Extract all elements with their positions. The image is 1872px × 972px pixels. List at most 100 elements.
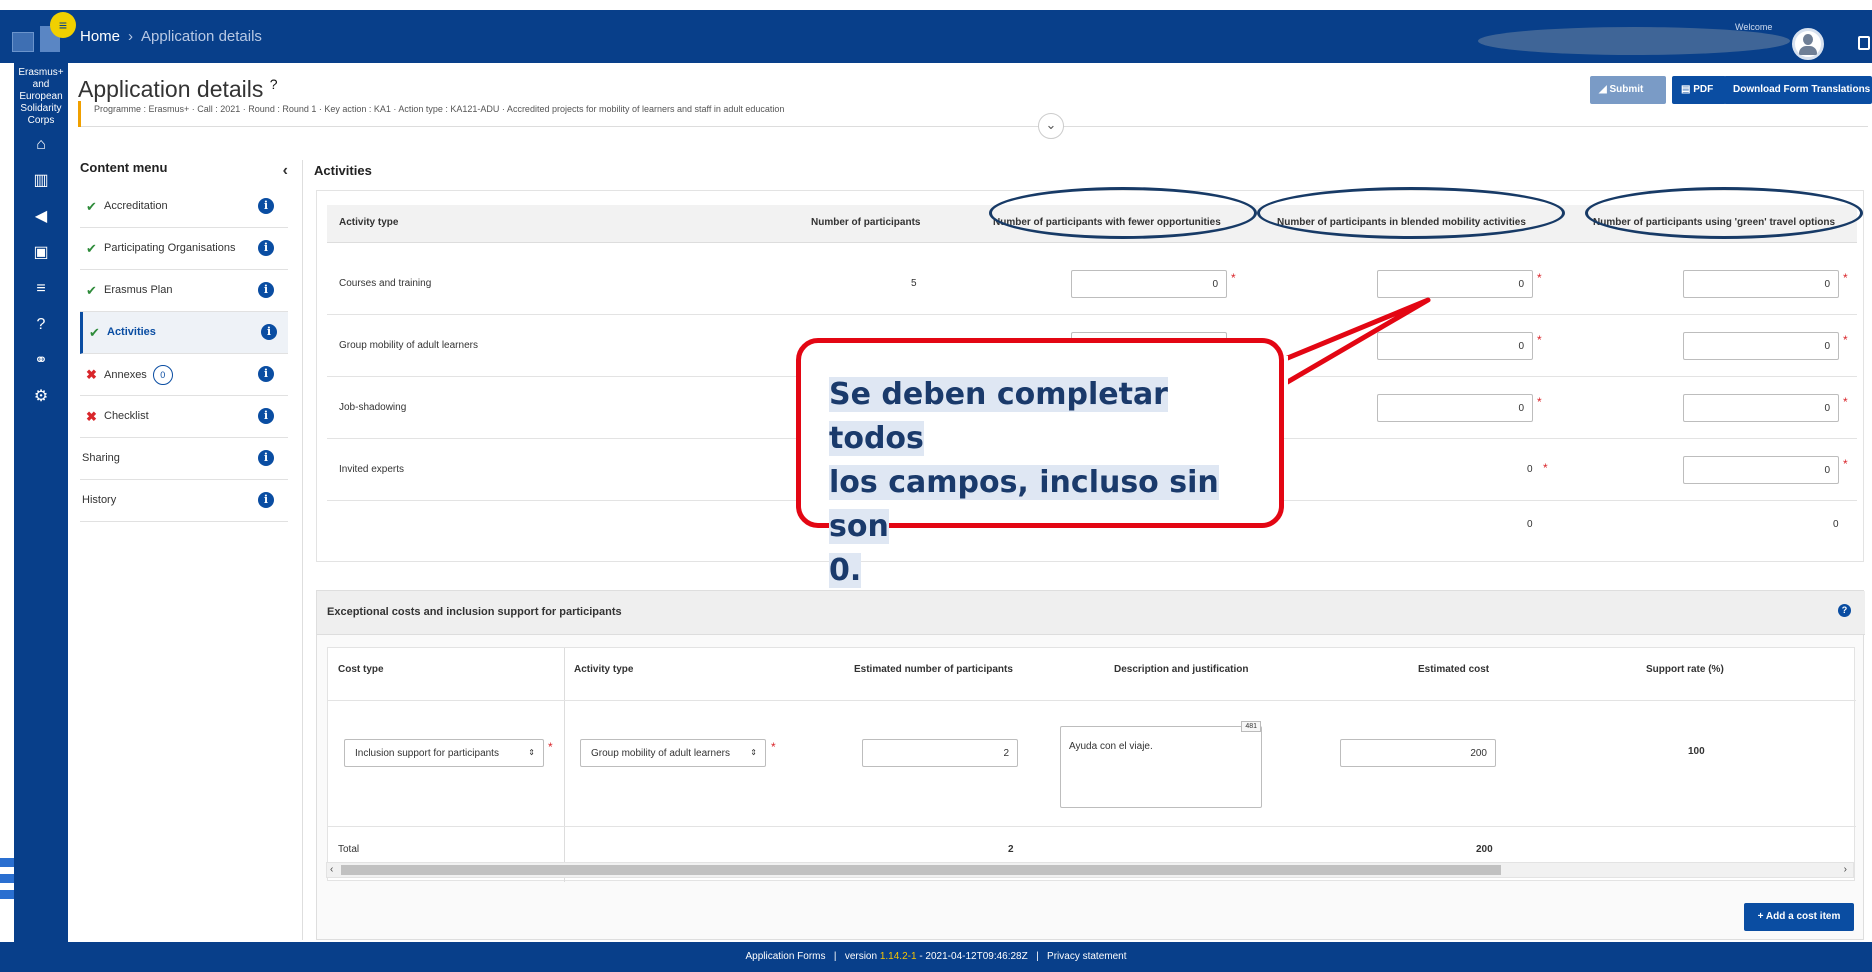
left-rail: Erasmus+ and European Solidarity Corps ⌂ ▥ ◀… — [14, 63, 68, 943]
application-page: ≡ Home › Application details Welcome Erasm… — [0, 0, 1872, 972]
estimated-cost-input[interactable]: 200 — [1340, 739, 1496, 767]
menu-item-sharing[interactable]: Sharing i — [80, 438, 288, 480]
activity-type-cell: Job-shadowing — [339, 402, 407, 413]
info-icon[interactable]: i — [258, 198, 274, 214]
required-mark: * — [1231, 271, 1236, 285]
settings-icon[interactable]: ⚙ — [31, 387, 51, 407]
menu-item-participating-organisations[interactable]: ✔ Participating Organisations i — [80, 228, 288, 270]
green-travel-input[interactable]: 0 — [1683, 270, 1839, 298]
menu-toggle-icon[interactable]: ≡ — [50, 12, 76, 38]
total-blended: 0 — [1527, 519, 1533, 530]
info-icon[interactable]: i — [258, 408, 274, 424]
blended-mobility-input[interactable]: 0 — [1377, 394, 1533, 422]
costs-title: Exceptional costs and inclusion support … — [327, 606, 622, 618]
menu-item-annexes[interactable]: ✖ Annexes 0 i — [80, 354, 288, 396]
green-travel-input[interactable]: 0 — [1683, 332, 1839, 360]
privacy-link[interactable]: Privacy statement — [1047, 951, 1126, 962]
expand-chevron-icon[interactable]: ⌄ — [1038, 113, 1064, 139]
costs-table: Cost type Activity type Estimated number… — [327, 647, 1856, 882]
institution-icon[interactable]: ▥ — [31, 171, 51, 191]
info-icon[interactable]: i — [258, 450, 274, 466]
menu-item-accreditation[interactable]: ✔ Accreditation i — [80, 186, 288, 228]
total-green: 0 — [1833, 519, 1839, 530]
footer-build: - 2021-04-12T09:46:28Z — [919, 951, 1028, 962]
col-activity-type: Activity type — [574, 664, 634, 675]
info-icon[interactable]: i — [258, 240, 274, 256]
info-icon[interactable]: i — [258, 492, 274, 508]
menu-item-erasmus-plan[interactable]: ✔ Erasmus Plan i — [80, 270, 288, 312]
add-cost-item-button[interactable]: + Add a cost item — [1744, 903, 1854, 931]
estimated-participants-input[interactable]: 2 — [862, 739, 1018, 767]
callout-line: 0. — [829, 553, 862, 588]
required-mark: * — [1843, 333, 1848, 347]
callout-text: Se deben completar todos los campos, inc… — [829, 373, 1259, 593]
pdf-button[interactable]: ▤ PDF — [1672, 76, 1726, 104]
check-icon: ✔ — [86, 283, 97, 298]
required-mark: * — [1537, 333, 1542, 347]
info-bar-accent — [78, 101, 81, 127]
help-icon[interactable]: ? — [1838, 604, 1851, 617]
required-mark: * — [548, 740, 553, 754]
cost-type-select[interactable]: Inclusion support for participants ⇕ — [344, 739, 544, 767]
row-divider — [328, 700, 1856, 701]
eu-flag-icon — [12, 32, 34, 52]
scroll-left-icon[interactable]: ‹ — [330, 864, 333, 875]
home-icon[interactable]: ⌂ — [31, 135, 51, 155]
activity-type-select[interactable]: Group mobility of adult learners ⇕ — [580, 739, 766, 767]
download-translations-button[interactable]: Download Form Translations — [1724, 76, 1872, 104]
highlight-ellipse — [1585, 187, 1863, 239]
menu-item-label: History — [82, 494, 117, 506]
code-file-icon[interactable]: ▣ — [31, 243, 51, 263]
scrollbar-thumb[interactable] — [341, 865, 1501, 875]
footer-separator: | — [1036, 951, 1039, 962]
info-icon[interactable]: i — [258, 282, 274, 298]
submit-label: Submit — [1609, 84, 1644, 95]
user-avatar[interactable] — [1792, 28, 1824, 60]
link-icon[interactable]: ⚭ — [31, 351, 51, 371]
menu-item-history[interactable]: History i — [80, 480, 288, 522]
notification-icon[interactable] — [1858, 36, 1870, 50]
error-x-icon: ✖ — [86, 409, 97, 424]
footer-version-label: version — [844, 951, 878, 962]
total-participants: 2 — [1008, 844, 1014, 855]
col-cost-type: Cost type — [338, 664, 384, 675]
activity-type-cell: Invited experts — [339, 464, 405, 475]
menu-item-label: Annexes — [104, 368, 147, 381]
menu-item-activities[interactable]: ✔ Activities i — [80, 312, 288, 354]
description-textarea[interactable]: Ayuda con el viaje. 481 — [1060, 721, 1262, 808]
highlight-ellipse — [1257, 187, 1565, 239]
select-arrow-icon: ⇕ — [528, 748, 535, 757]
required-mark: * — [1843, 457, 1848, 471]
breadcrumb-home[interactable]: Home — [80, 28, 120, 45]
fewer-opportunities-input[interactable]: 0 — [1071, 270, 1227, 298]
scroll-right-icon[interactable]: › — [1844, 864, 1847, 875]
annex-count-badge: 0 — [152, 365, 173, 385]
programme-info-bar: Programme : Erasmus+ · Call : 2021 · Rou… — [78, 101, 1868, 139]
help-icon[interactable]: ? — [31, 315, 51, 335]
check-icon: ✔ — [86, 199, 97, 214]
select-arrow-icon: ⇕ — [750, 748, 757, 757]
menu-item-label-wrap: Annexes 0 — [104, 365, 173, 385]
green-travel-input[interactable]: 0 — [1683, 394, 1839, 422]
content-menu-header: Content menu ‹ — [80, 160, 288, 186]
blended-mobility-input[interactable]: 0 — [1377, 270, 1533, 298]
breadcrumb-current: Application details — [141, 28, 262, 45]
server-icon[interactable]: ≡ — [31, 279, 51, 299]
pdf-label: PDF — [1693, 84, 1714, 95]
page-title-text: Application details — [78, 76, 264, 102]
horizontal-scrollbar[interactable]: ‹ › — [326, 862, 1854, 878]
callout-line: Se deben completar todos — [829, 377, 1168, 456]
info-icon[interactable]: i — [261, 324, 277, 340]
info-icon[interactable]: i — [258, 366, 274, 382]
help-icon[interactable]: ? — [270, 76, 278, 92]
green-travel-input[interactable]: 0 — [1683, 456, 1839, 484]
collapse-chevron-icon[interactable]: ‹ — [283, 162, 288, 180]
row-divider — [328, 826, 1856, 827]
megaphone-icon[interactable]: ◀ — [31, 207, 51, 227]
footer-separator: | — [833, 951, 837, 962]
menu-item-checklist[interactable]: ✖ Checklist i — [80, 396, 288, 438]
menu-item-label: Accreditation — [104, 200, 168, 212]
submit-button[interactable]: ◢ Submit — [1590, 76, 1666, 104]
menu-item-label: Checklist — [104, 410, 149, 422]
activity-type-value: Group mobility of adult learners — [591, 748, 730, 759]
